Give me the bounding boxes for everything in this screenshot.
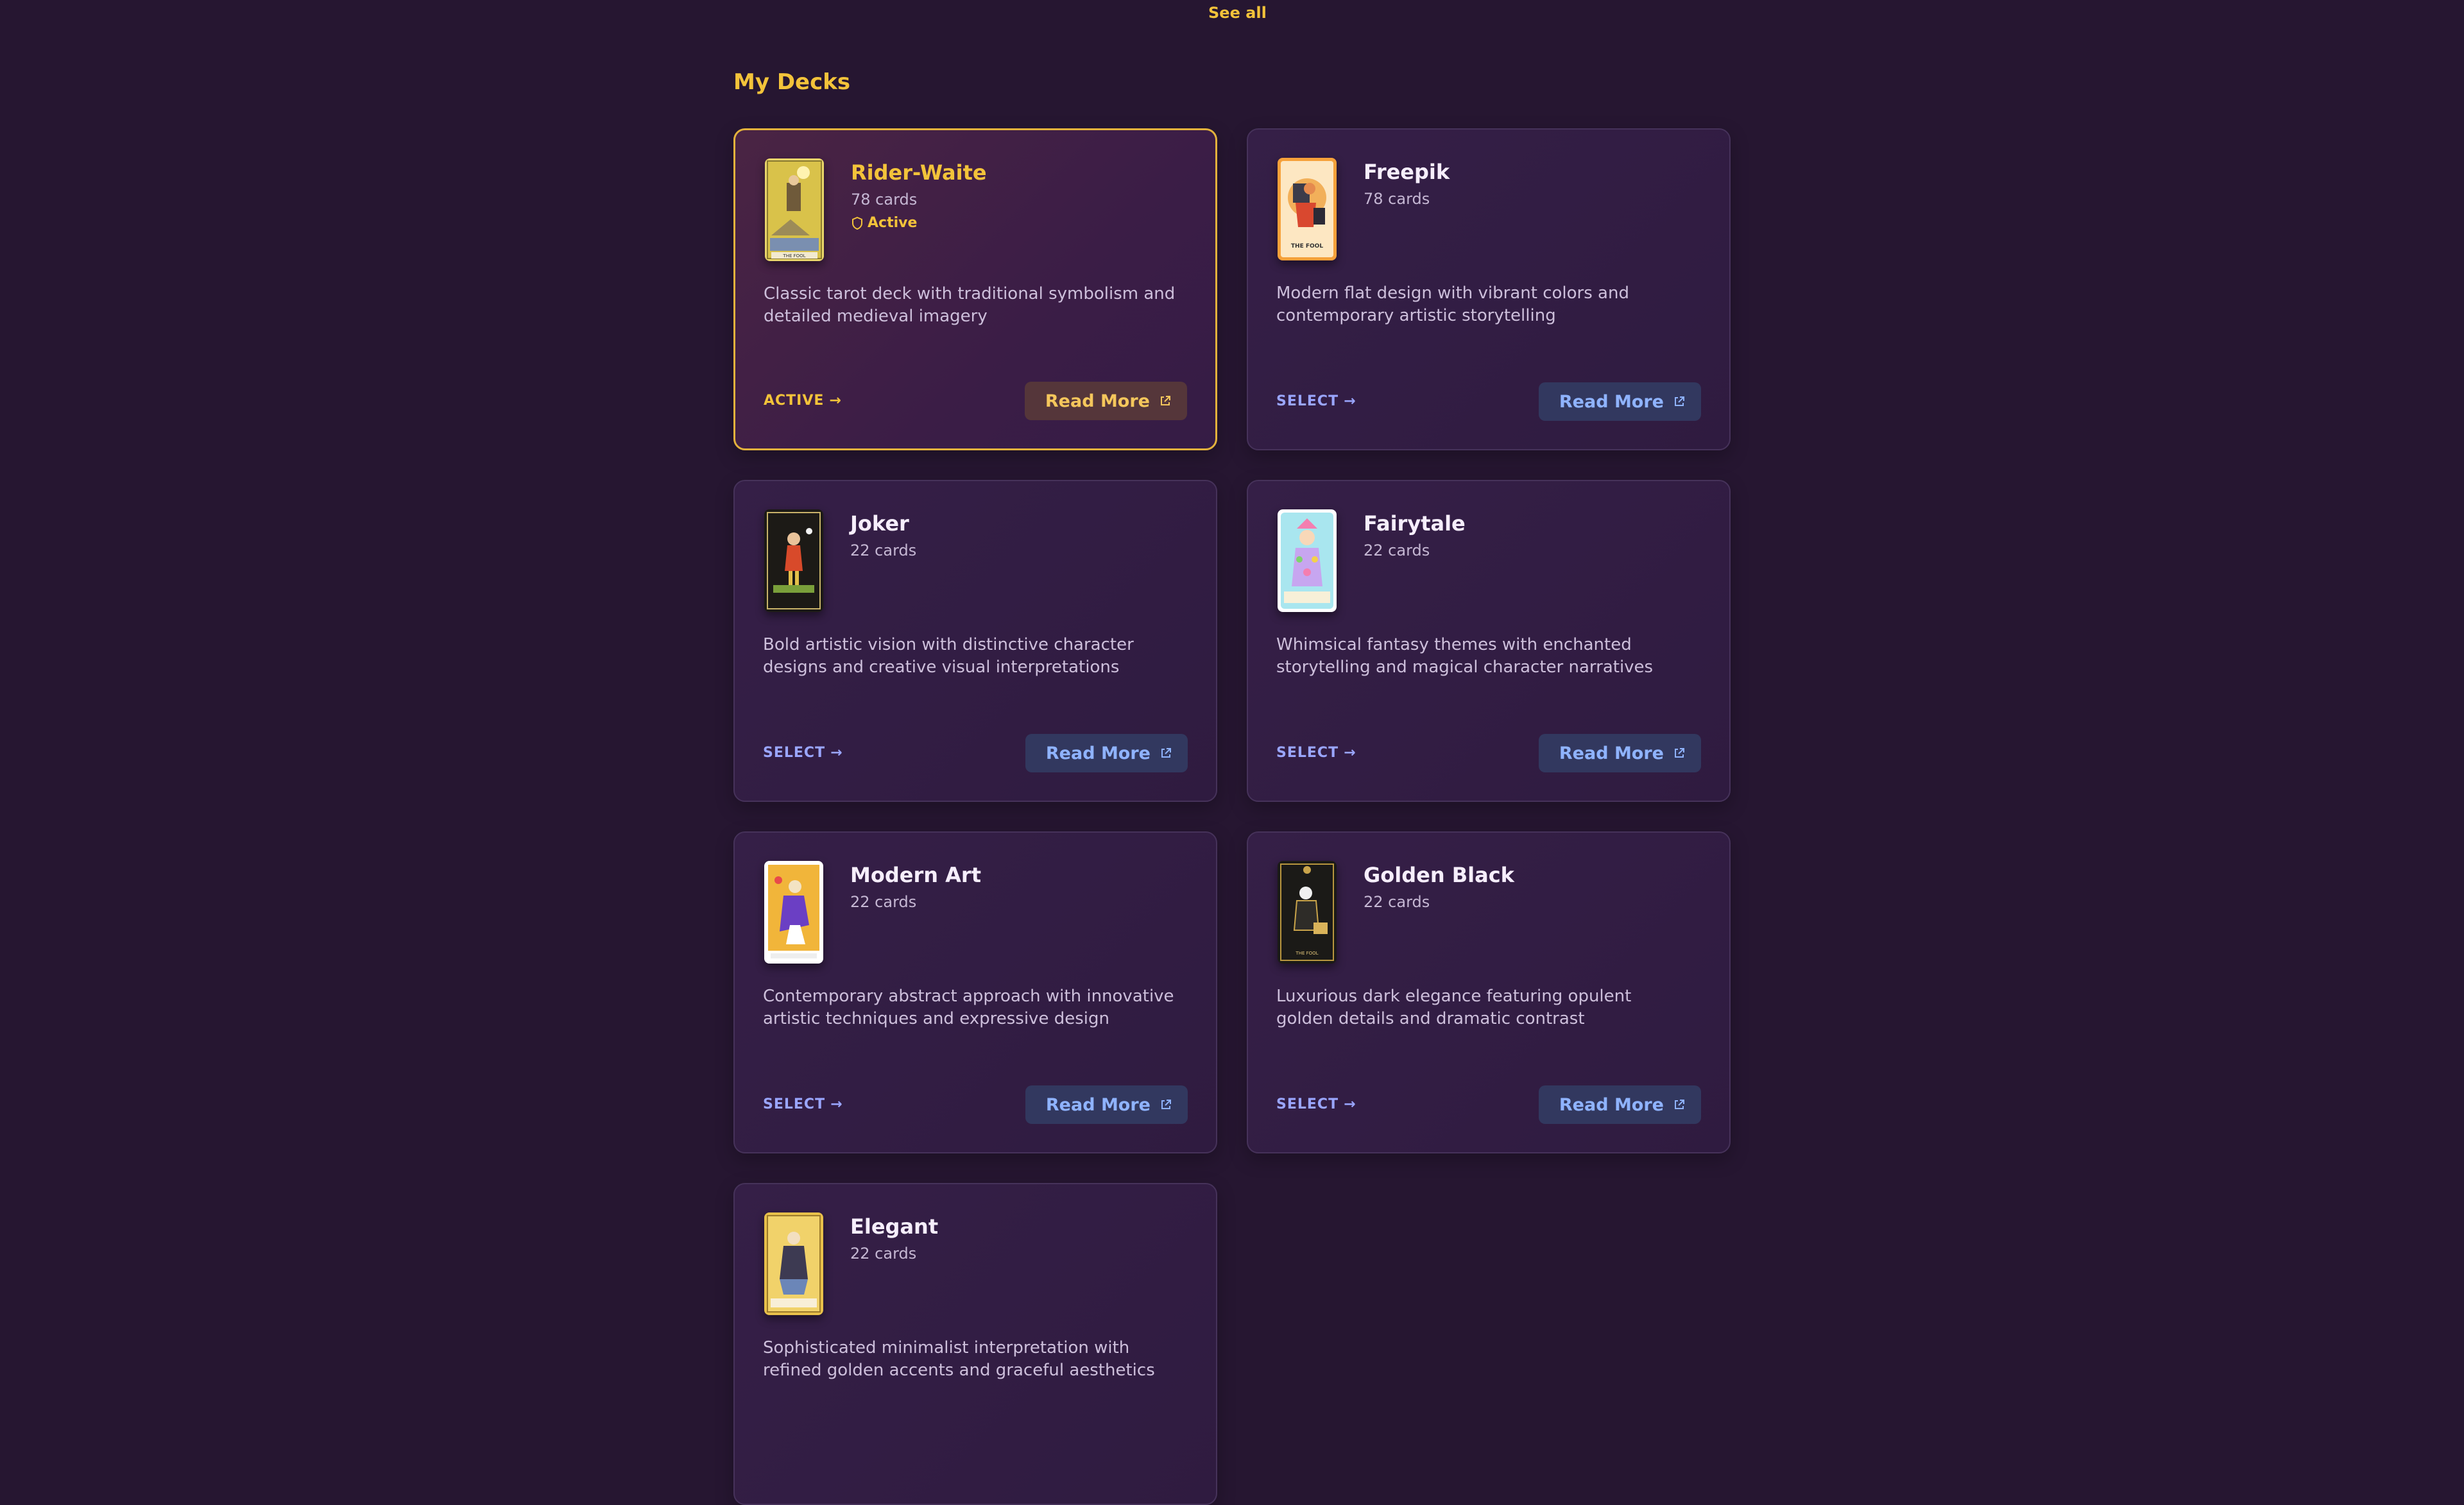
external-link-icon <box>1675 396 1684 406</box>
external-link-icon <box>1161 1100 1171 1109</box>
deck-card-count: 22 cards <box>1364 541 1430 559</box>
select-link[interactable]: SELECT → <box>763 1096 843 1112</box>
deck-description: Contemporary abstract approach with inno… <box>763 987 1174 1028</box>
external-link-icon <box>1675 1100 1684 1109</box>
deck-thumbnail-joker <box>764 509 823 612</box>
deck-name: Rider-Waite <box>851 160 987 185</box>
arrow-right-icon: → <box>830 745 843 761</box>
deck-card-count: 78 cards <box>1364 190 1430 208</box>
select-link[interactable]: SELECT → <box>763 745 843 761</box>
shield-icon <box>852 216 862 230</box>
deck-card-count: 22 cards <box>850 541 917 559</box>
external-link-icon <box>1161 748 1171 758</box>
deck-card-count: 22 cards <box>850 893 917 911</box>
deck-card-modern-art[interactable]: Modern Art 22 cards Contemporary abstrac… <box>733 831 1217 1153</box>
external-link-icon <box>1161 396 1170 405</box>
deck-name: Elegant <box>850 1214 939 1239</box>
deck-card-joker[interactable]: Joker 22 cards Bold artistic vision with… <box>733 480 1217 802</box>
read-more-button[interactable]: Read More <box>1025 1085 1188 1124</box>
deck-thumbnail-fairytale <box>1278 509 1337 612</box>
deck-card-fairytale[interactable]: Fairytale 22 cards Whimsical fantasy the… <box>1247 480 1731 802</box>
deck-description: Sophisticated minimalist interpretation … <box>763 1338 1155 1380</box>
deck-name: Modern Art <box>850 863 981 887</box>
deck-card-count: 22 cards <box>1364 893 1430 911</box>
section-title-my-decks: My Decks <box>733 69 851 95</box>
active-status-badge: Active <box>851 215 987 231</box>
arrow-right-icon: → <box>829 393 842 409</box>
deck-thumbnail-golden-black: THE FOOL <box>1278 861 1337 964</box>
read-more-button[interactable]: Read More <box>1538 382 1701 421</box>
deck-card-golden-black[interactable]: THE FOOL Golden Black 22 cards Luxurious… <box>1247 831 1731 1153</box>
thumb-label: THE FOOL <box>782 253 805 259</box>
deck-card-elegant[interactable]: Elegant 22 cards Sophisticated minimalis… <box>733 1183 1217 1505</box>
deck-name: Joker <box>850 511 909 536</box>
deck-description: Luxurious dark elegance featuring opulen… <box>1276 987 1632 1028</box>
deck-description: Modern flat design with vibrant colors a… <box>1276 284 1629 325</box>
deck-thumbnail-rider-waite: THE FOOL <box>765 158 824 261</box>
thumb-label: THE FOOL <box>1295 951 1318 956</box>
external-link-icon <box>1675 748 1684 758</box>
deck-card-count: 22 cards <box>850 1245 917 1263</box>
deck-card-count: 78 cards <box>851 191 918 208</box>
deck-name: Golden Black <box>1364 863 1514 887</box>
select-link[interactable]: SELECT → <box>1276 393 1356 409</box>
arrow-right-icon: → <box>830 1096 843 1112</box>
deck-description: Whimsical fantasy themes with enchanted … <box>1276 635 1654 677</box>
deck-description: Classic tarot deck with traditional symb… <box>764 284 1176 326</box>
arrow-right-icon: → <box>1344 745 1356 761</box>
deck-card-freepik[interactable]: THE FOOL Freepik 78 cards Modern flat de… <box>1247 128 1731 450</box>
deck-description: Bold artistic vision with distinctive ch… <box>763 635 1134 677</box>
deck-thumbnail-elegant <box>764 1212 823 1315</box>
deck-thumbnail-freepik: THE FOOL <box>1278 158 1337 260</box>
arrow-right-icon: → <box>1344 1096 1356 1112</box>
deck-name: Fairytale <box>1364 511 1466 536</box>
select-link[interactable]: SELECT → <box>1276 1096 1356 1112</box>
deck-thumbnail-modern-art <box>764 861 823 964</box>
thumb-label: THE FOOL <box>1291 243 1323 250</box>
deck-name: Freepik <box>1364 160 1450 184</box>
read-more-button[interactable]: Read More <box>1538 1085 1701 1124</box>
read-more-button[interactable]: Read More <box>1024 382 1187 420</box>
deck-grid: THE FOOL Rider-Waite 78 cards Active Cla… <box>733 128 1732 1505</box>
active-link[interactable]: ACTIVE → <box>764 393 842 409</box>
deck-card-rider-waite[interactable]: THE FOOL Rider-Waite 78 cards Active Cla… <box>733 128 1217 450</box>
select-link[interactable]: SELECT → <box>1276 745 1356 761</box>
read-more-button[interactable]: Read More <box>1538 734 1701 772</box>
see-all-link[interactable]: See all <box>1208 4 1267 22</box>
arrow-right-icon: → <box>1344 393 1356 409</box>
read-more-button[interactable]: Read More <box>1025 734 1188 772</box>
